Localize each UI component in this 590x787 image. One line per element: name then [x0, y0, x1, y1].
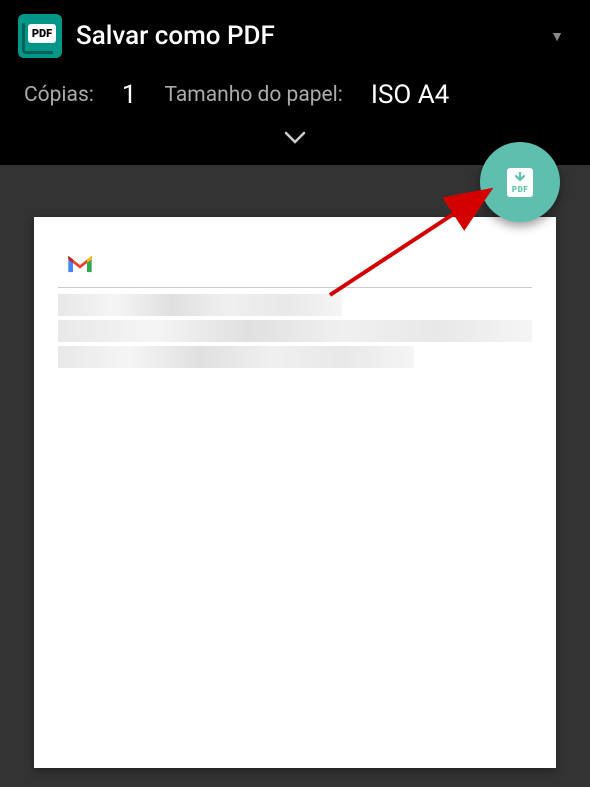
print-header: PDF Salvar como PDF ▼ Cópias: 1 Tamanho … — [0, 0, 590, 165]
destination-row[interactable]: PDF Salvar como PDF ▼ — [0, 0, 590, 72]
download-pdf-icon: PDF — [507, 168, 533, 197]
print-options-row: Cópias: 1 Tamanho do papel: ISO A4 — [0, 72, 590, 124]
page-preview[interactable] — [34, 217, 556, 768]
copies-label: Cópias: — [24, 83, 94, 107]
redacted-line — [58, 320, 532, 342]
gmail-logo-icon — [66, 253, 94, 275]
redacted-line — [58, 346, 414, 368]
save-pdf-button[interactable]: PDF — [480, 142, 560, 222]
chevron-down-icon — [284, 126, 306, 151]
dropdown-caret-icon[interactable]: ▼ — [550, 28, 564, 45]
page-divider — [58, 287, 532, 288]
redacted-content — [58, 294, 532, 368]
fab-pdf-label: PDF — [512, 185, 528, 194]
copies-value[interactable]: 1 — [122, 80, 137, 110]
redacted-line — [58, 294, 342, 316]
paper-size-label: Tamanho do papel: — [165, 83, 343, 107]
pdf-app-icon: PDF — [18, 14, 62, 58]
pdf-badge-text: PDF — [28, 24, 56, 43]
paper-size-value[interactable]: ISO A4 — [371, 80, 449, 110]
preview-area — [0, 165, 590, 768]
destination-title: Salvar como PDF — [76, 21, 536, 51]
